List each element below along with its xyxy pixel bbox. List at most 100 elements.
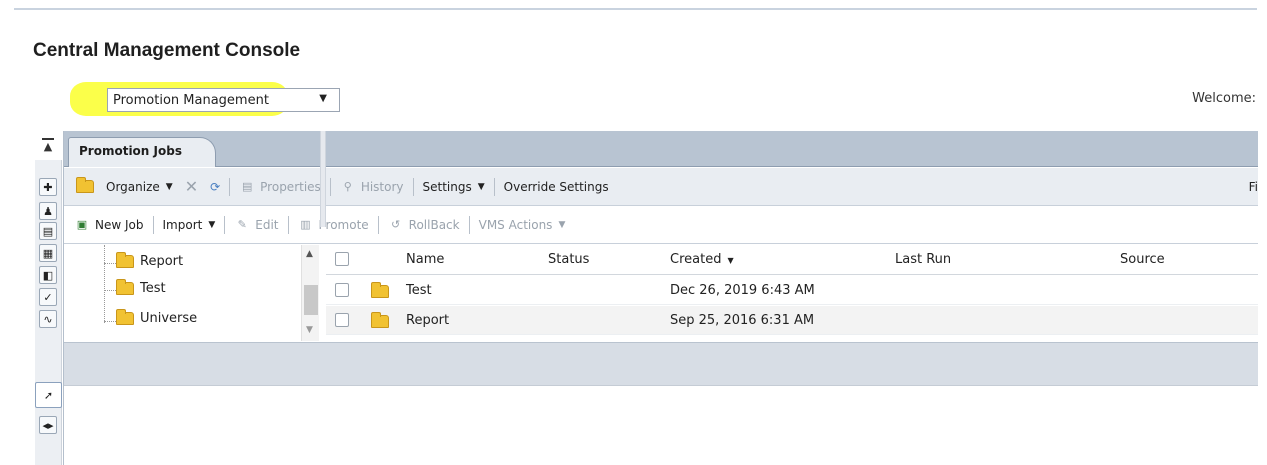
- chevron-down-icon: ▼: [165, 181, 173, 192]
- row-checkbox[interactable]: [335, 283, 349, 297]
- chevron-down-icon: ▼: [558, 220, 566, 230]
- properties-icon: ▤: [241, 179, 253, 193]
- import-menu[interactable]: Import ▼: [157, 218, 222, 232]
- sort-descending-icon: ▼: [727, 256, 734, 265]
- column-header-status[interactable]: Status: [548, 252, 589, 267]
- tree-item-label: Test: [140, 281, 166, 296]
- import-label: Import: [162, 218, 203, 232]
- toolbar-separator: [329, 177, 331, 196]
- vms-actions-label: VMS Actions: [478, 218, 553, 232]
- users-icon[interactable]: ♟: [39, 202, 57, 220]
- select-all-checkbox[interactable]: [335, 252, 349, 266]
- monitoring-icon[interactable]: ∿: [39, 310, 57, 328]
- column-header-created[interactable]: Created ▼: [670, 252, 734, 267]
- scrollbar-thumb[interactable]: [304, 285, 318, 315]
- top-divider: [14, 8, 1257, 10]
- folder-icon: [116, 252, 134, 268]
- table-row[interactable]: Report Sep 25, 2016 6:31 AM: [326, 306, 1258, 335]
- new-folder-button[interactable]: [70, 177, 100, 193]
- chevron-down-icon: ▼: [208, 220, 216, 230]
- tree-connector: [104, 321, 116, 322]
- properties-label: Properties: [260, 179, 321, 194]
- table-row[interactable]: Test Dec 26, 2019 6:43 AM: [326, 276, 1258, 305]
- toolbar-separator: [468, 216, 470, 234]
- settings-menu[interactable]: Settings ▼: [417, 180, 491, 194]
- override-settings-button[interactable]: Override Settings: [498, 180, 615, 194]
- column-header-created-label: Created: [670, 252, 722, 267]
- left-icon-rail: ✚ ♟ ▤ ▦ ◧ ✓ ∿ ➚ ◂▸: [35, 160, 62, 465]
- column-header-last-run[interactable]: Last Run: [895, 252, 951, 267]
- categories-icon[interactable]: ◧: [39, 266, 57, 284]
- tree-item-label: Report: [140, 254, 184, 269]
- toolbar-separator: [287, 216, 289, 234]
- tab-bar: Promotion Jobs: [64, 131, 1258, 167]
- toolbar-separator: [493, 177, 495, 196]
- tree-item-test[interactable]: Test: [116, 279, 166, 296]
- cell-name: Report: [406, 313, 450, 328]
- toolbar-truncated-item[interactable]: Fi: [1249, 180, 1258, 194]
- edit-icon: ✎: [237, 218, 247, 231]
- application-selector[interactable]: Promotion Management ▼: [107, 88, 340, 112]
- new-job-button[interactable]: ▣ New Job: [68, 218, 150, 232]
- rollback-icon: ↺: [391, 218, 401, 231]
- column-header-name[interactable]: Name: [406, 252, 444, 267]
- welcome-text: Welcome:: [1192, 91, 1256, 106]
- properties-button[interactable]: ▤ Properties: [233, 180, 327, 194]
- edit-button[interactable]: ✎ Edit: [228, 218, 284, 232]
- new-job-label: New Job: [95, 218, 144, 232]
- promote-icon: ▥: [300, 218, 311, 231]
- objects-icon[interactable]: ✚: [39, 178, 57, 196]
- edit-label: Edit: [255, 218, 279, 232]
- jobs-table: Name Status Created ▼ Last Run Source Tes…: [326, 245, 1258, 341]
- organize-label: Organize: [106, 179, 160, 194]
- vms-actions-menu[interactable]: VMS Actions ▼: [473, 218, 572, 232]
- tree-item-label: Universe: [140, 311, 198, 326]
- expand-panel-icon[interactable]: ◂▸: [39, 416, 57, 434]
- toolbar-separator: [229, 177, 231, 196]
- promotion-management-icon[interactable]: ➚: [35, 382, 62, 408]
- scroll-up-icon[interactable]: ▲: [306, 249, 313, 259]
- page-title: Central Management Console: [33, 40, 301, 61]
- delete-button[interactable]: ✕: [179, 177, 204, 196]
- refresh-button[interactable]: ⟳: [204, 180, 226, 194]
- folder-icon: [116, 309, 134, 325]
- organize-menu[interactable]: Organize ▼: [100, 180, 179, 194]
- history-button[interactable]: ⚲ History: [334, 180, 410, 194]
- toolbar-separator: [377, 216, 379, 234]
- folder-icon: [116, 279, 134, 295]
- chevron-down-icon: ▼: [477, 181, 485, 192]
- promote-button[interactable]: ▥ Promote: [292, 218, 375, 232]
- audit-icon[interactable]: ✓: [39, 288, 57, 306]
- cell-created: Sep 25, 2016 6:31 AM: [670, 313, 815, 328]
- tree-connector: [104, 263, 116, 264]
- scroll-down-icon[interactable]: ▼: [306, 325, 313, 335]
- new-folder-icon: [76, 177, 94, 193]
- tree-connector: [104, 245, 105, 323]
- tab-promotion-jobs[interactable]: Promotion Jobs: [68, 137, 216, 167]
- dropdown-arrow-icon: ▼: [319, 93, 327, 104]
- toolbar-separator: [224, 216, 226, 234]
- collapse-top-icon[interactable]: ▲: [38, 140, 58, 153]
- pane-splitter[interactable]: [320, 131, 326, 227]
- cell-name: Test: [406, 283, 432, 298]
- tree-item-universe[interactable]: Universe: [116, 309, 198, 326]
- row-checkbox[interactable]: [335, 313, 349, 327]
- instances-icon[interactable]: ▦: [39, 244, 57, 262]
- toolbar-separator: [152, 216, 154, 234]
- history-icon: ⚲: [343, 179, 352, 193]
- folders-icon[interactable]: ▤: [39, 222, 57, 240]
- tree-connector: [104, 290, 116, 291]
- job-toolbar: ▣ New Job Import ▼ ✎ Edit ▥ Promote ↺ RollBac…: [64, 207, 1258, 244]
- tree-scrollbar[interactable]: ▲ ▼: [301, 245, 319, 341]
- tree-item-report[interactable]: Report: [116, 252, 184, 269]
- folder-icon: [371, 312, 389, 328]
- delete-icon: ✕: [184, 177, 199, 196]
- primary-toolbar: Organize ▼ ✕ ⟳ ▤ Properties ⚲ History Setti…: [64, 168, 1258, 206]
- history-label: History: [360, 179, 404, 194]
- collapse-top-bar: [42, 138, 54, 140]
- column-header-source[interactable]: Source: [1120, 252, 1165, 267]
- settings-label: Settings: [422, 179, 472, 194]
- rollback-button[interactable]: ↺ RollBack: [382, 218, 466, 232]
- folder-icon: [371, 282, 389, 298]
- folder-tree: Report Test Universe ▲ ▼: [64, 245, 322, 341]
